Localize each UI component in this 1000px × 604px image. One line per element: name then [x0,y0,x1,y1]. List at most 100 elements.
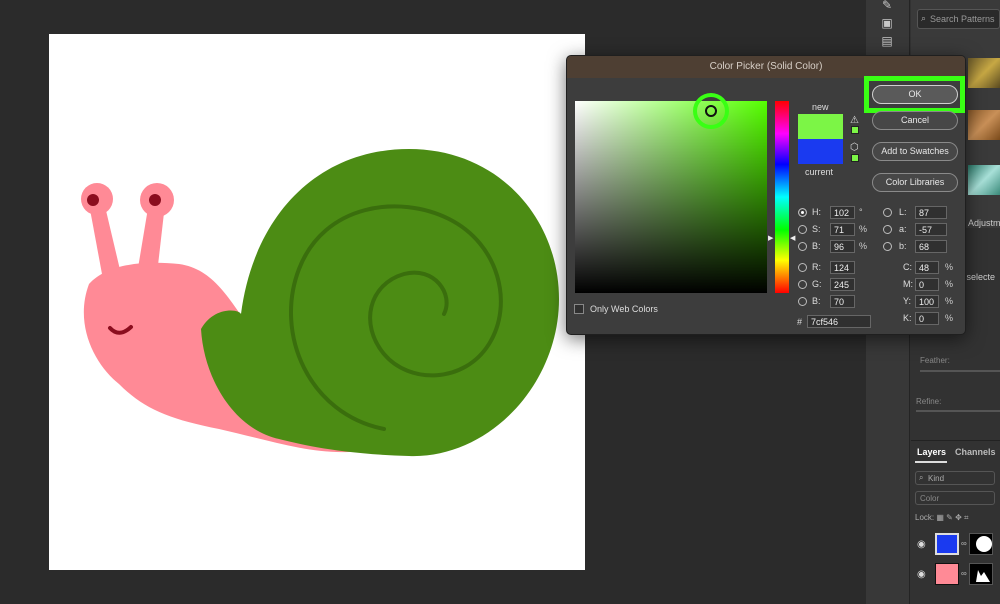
kind-filter-label: Kind [928,474,945,483]
radio-brightness[interactable] [798,242,807,251]
pattern-swatch[interactable] [968,165,1000,195]
gamut-warning-icon[interactable]: ⚠ [850,115,859,126]
active-tab-indicator [915,461,947,463]
percent-unit: % [945,313,954,323]
link-icon[interactable]: ∞ [961,539,967,548]
black-label: K: [903,313,912,323]
hue-label: H: [812,207,821,217]
snail-shell [201,149,559,457]
pattern-swatch[interactable] [968,110,1000,140]
hue-slider[interactable] [775,101,789,293]
hue-input[interactable]: 102 [830,206,855,219]
radio-lab-b[interactable] [883,242,892,251]
lab-a-label: a: [899,224,907,234]
mask-shape [976,536,992,552]
color-picker-dialog: Color Picker (Solid Color) ▶ ◀ new curre… [566,55,966,335]
radio-green[interactable] [798,280,807,289]
layer-kind-filter[interactable]: ⌕ Kind [915,471,995,485]
radio-red[interactable] [798,263,807,272]
blue-input[interactable]: 70 [830,295,855,308]
hue-slider-arrow-left[interactable]: ▶ [768,234,773,242]
radio-hue[interactable] [798,208,807,217]
pattern-swatch[interactable] [968,58,1000,88]
green-input[interactable]: 245 [830,278,855,291]
left-pupil [87,194,99,206]
dialog-title: Color Picker (Solid Color) [567,56,965,78]
gamut-color-swatch[interactable] [851,126,859,134]
radio-saturation[interactable] [798,225,807,234]
radio-blue[interactable] [798,297,807,306]
saturation-input[interactable]: 71 [830,223,855,236]
layer-row[interactable]: ◉ ∞ [911,531,1000,561]
current-color-label: current [805,167,834,177]
radio-lightness[interactable] [883,208,892,217]
lock-label: Lock: [915,513,935,522]
refine-divider [916,410,1000,412]
feather-slider[interactable] [920,370,1000,372]
brush-icon[interactable]: ✎ [878,0,896,12]
hue-slider-arrow-right[interactable]: ◀ [790,234,795,242]
adjustments-label: Adjustm [968,218,1000,228]
magenta-input[interactable]: 0 [915,278,939,291]
feather-label: Feather: [920,356,950,365]
yellow-input[interactable]: 100 [915,295,939,308]
layer-fill-thumbnail[interactable] [935,533,959,555]
lightness-label: L: [899,207,907,217]
ok-button-highlight [864,76,965,113]
blend-mode-select[interactable]: Color [915,491,995,505]
layer-row[interactable]: ◉ ∞ [911,561,1000,591]
tab-channels[interactable]: Channels [955,447,996,457]
black-input[interactable]: 0 [915,312,939,325]
color-libraries-button[interactable]: Color Libraries [872,173,958,192]
current-color-swatch[interactable] [798,139,843,164]
layer-mask-thumbnail[interactable] [969,563,993,585]
cyan-label: C: [903,262,912,272]
layer-mask-thumbnail[interactable] [969,533,993,555]
add-to-swatches-button[interactable]: Add to Swatches [872,142,958,161]
lightness-input[interactable]: 87 [915,206,947,219]
percent-unit: % [945,279,954,289]
tab-layers[interactable]: Layers [917,447,946,457]
comment-icon[interactable]: ▤ [878,34,896,48]
search-icon: ⌕ [919,473,924,482]
layer-fill-thumbnail[interactable] [935,563,959,585]
green-label: G: [812,279,822,289]
percent-unit: % [945,296,954,306]
percent-unit: % [859,224,868,234]
eye-icon[interactable]: ◉ [917,539,926,550]
only-web-colors-checkbox[interactable] [574,304,584,314]
websafe-cube-icon[interactable]: ⬡ [850,142,859,153]
layers-panel: Layers Channels ⌕ Kind Color Lock: ▦ ✎ ✥… [911,440,1000,604]
lock-position-icon[interactable]: ✥ [955,513,962,522]
pattern-search-placeholder: Search Patterns [930,14,995,24]
hex-symbol: # [797,317,803,327]
lab-a-input[interactable]: -57 [915,223,947,236]
saturation-brightness-field[interactable] [575,93,767,293]
percent-unit: % [945,262,954,272]
refine-label: Refine: [916,397,942,406]
cancel-button[interactable]: Cancel [872,111,958,130]
color-cursor[interactable] [705,105,717,117]
hex-input[interactable]: 7cf546 [807,315,871,328]
brightness-input[interactable]: 96 [830,240,855,253]
blue-label: B: [812,296,821,306]
new-color-swatch [798,114,843,139]
lock-artboard-icon[interactable]: ⌗ [964,513,969,522]
document-canvas[interactable] [49,34,585,570]
lock-row: Lock: ▦ ✎ ✥ ⌗ [915,513,969,523]
only-web-colors-label: Only Web Colors [590,304,658,314]
right-pupil [149,194,161,206]
websafe-color-swatch[interactable] [851,154,859,162]
red-input[interactable]: 124 [830,261,855,274]
link-icon[interactable]: ∞ [961,569,967,578]
lock-pixels-icon[interactable]: ▦ [936,513,944,522]
lab-b-input[interactable]: 68 [915,240,947,253]
radio-lab-a[interactable] [883,225,892,234]
eye-icon[interactable]: ◉ [917,569,926,580]
mask-shape [976,570,990,582]
lock-brush-icon[interactable]: ✎ [946,513,953,522]
pattern-search-input[interactable]: ⌕ Search Patterns [917,9,1000,29]
tool-preset-icon[interactable]: ▣ [878,16,896,30]
red-label: R: [812,262,821,272]
cyan-input[interactable]: 48 [915,261,939,274]
